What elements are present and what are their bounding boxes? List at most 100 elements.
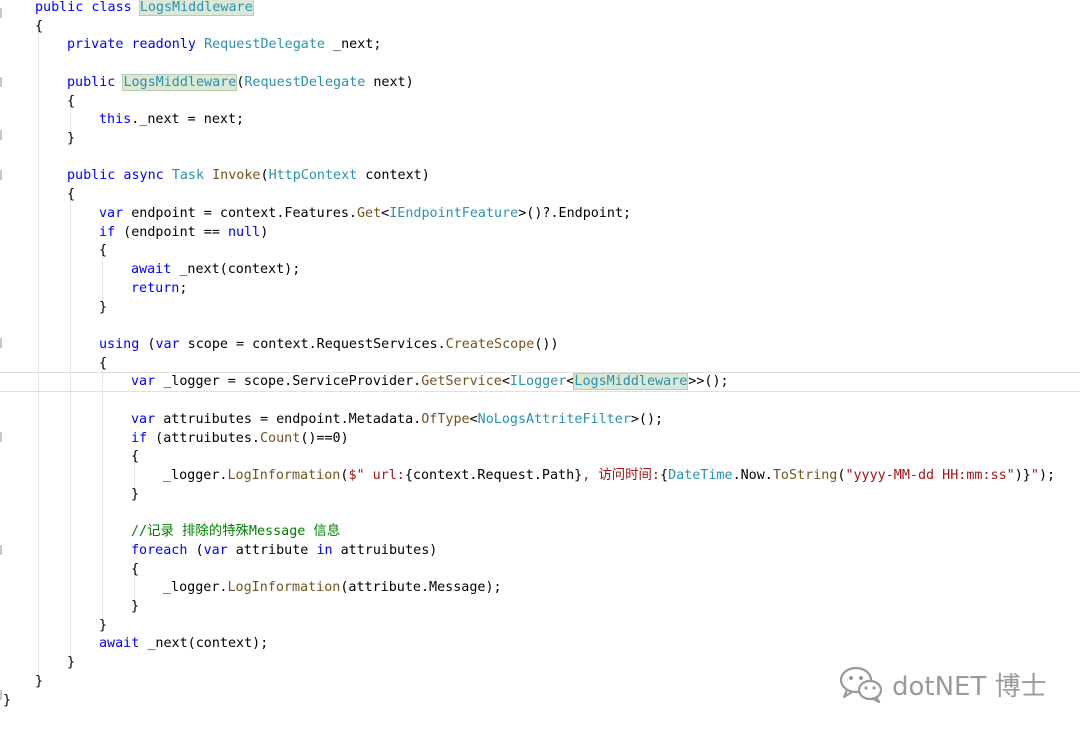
code-line[interactable]: await _next(context); <box>131 261 300 279</box>
code-line[interactable]: } <box>99 299 107 317</box>
code-line[interactable]: foreach (var attribute in attruibutes) <box>131 542 437 560</box>
code-line[interactable]: this._next = next; <box>99 111 244 129</box>
code-token: (attruibutes. <box>147 430 260 446</box>
code-token: //记录 排除的特殊Message 信息 <box>131 524 341 540</box>
code-token: { <box>35 18 44 34</box>
code-token: ( <box>187 542 204 558</box>
code-token: _logger = scope.ServiceProvider. <box>155 374 422 390</box>
code-token: var <box>131 411 156 427</box>
code-token: ()==0) <box>300 430 349 446</box>
code-token: " <box>1030 468 1039 483</box>
code-token: (attribute.Message); <box>340 580 502 596</box>
code-token: await <box>99 636 140 652</box>
code-token: using <box>99 336 140 352</box>
code-line[interactable]: await _next(context); <box>99 635 268 653</box>
code-token: if <box>99 224 116 240</box>
code-token: ToString <box>772 468 838 483</box>
code-token: ) <box>260 224 269 240</box>
code-line[interactable]: _logger.LogInformation($" url:{context.R… <box>163 467 1055 485</box>
code-token: } <box>67 655 76 671</box>
indent-guide <box>102 361 103 620</box>
code-line[interactable]: var endpoint = context.Features.Get<IEnd… <box>99 205 631 223</box>
code-line[interactable]: } <box>67 130 75 148</box>
code-line[interactable]: } <box>67 654 75 672</box>
code-token: } <box>35 673 44 689</box>
code-line[interactable]: { <box>99 355 107 373</box>
code-token: GetService <box>421 374 502 390</box>
code-token: ; <box>179 280 188 296</box>
code-line[interactable]: public class LogsMiddleware <box>35 0 254 17</box>
code-line[interactable]: } <box>3 692 11 710</box>
code-token: { <box>131 449 140 465</box>
code-token: var <box>131 374 156 390</box>
code-token: CreateScope <box>445 336 535 352</box>
code-line[interactable]: { <box>35 18 43 36</box>
watermark: dotNET 博士 <box>838 664 1047 704</box>
code-token: this <box>99 112 132 128</box>
code-line[interactable]: } <box>131 598 139 616</box>
indent-guide <box>70 193 71 655</box>
watermark-text: dotNET 博士 <box>892 671 1047 702</box>
code-token: if <box>131 430 148 446</box>
code-token: null <box>228 224 261 240</box>
code-token: var <box>99 205 124 221</box>
code-line[interactable]: using (var scope = context.RequestServic… <box>99 336 559 354</box>
code-token: , 访问时间: <box>582 468 660 483</box>
code-editor[interactable]: public class LogsMiddleware{private read… <box>0 0 1080 731</box>
gutter-mark <box>0 170 2 180</box>
code-token: } <box>3 692 12 708</box>
code-line[interactable]: private readonly RequestDelegate _next; <box>67 36 381 54</box>
code-token: } <box>99 617 108 633</box>
code-line[interactable]: if (attruibutes.Count()==0) <box>131 430 349 448</box>
code-token: _logger. <box>163 468 228 483</box>
code-line[interactable]: { <box>99 242 107 260</box>
code-token: LogInformation <box>227 580 341 596</box>
code-token: RequestDelegate <box>244 74 366 90</box>
code-token: ._next = next; <box>131 112 245 128</box>
code-line[interactable]: { <box>131 561 139 579</box>
code-token: LogsMiddleware <box>138 0 254 16</box>
code-line[interactable]: public async Task Invoke(HttpContext con… <box>67 167 430 185</box>
code-token: public class <box>35 0 140 15</box>
code-token: context) <box>357 168 430 184</box>
code-token: LogsMiddleware <box>122 73 238 91</box>
code-token: RequestDelegate <box>204 37 325 53</box>
code-line[interactable]: } <box>99 617 107 635</box>
code-token: } <box>67 131 76 147</box>
code-token: } <box>99 299 108 315</box>
code-token: await <box>131 262 172 278</box>
code-token: var <box>203 542 228 558</box>
code-token: foreach <box>131 542 188 558</box>
code-line[interactable]: { <box>67 186 75 204</box>
code-line[interactable]: } <box>131 486 139 504</box>
code-token: endpoint = context.Features. <box>123 205 357 221</box>
code-token: < <box>469 411 478 427</box>
code-token: Count <box>260 430 301 446</box>
code-line[interactable]: _logger.LogInformation(attribute.Message… <box>163 579 502 597</box>
code-line[interactable]: if (endpoint == null) <box>99 224 268 242</box>
code-token: { <box>67 187 76 203</box>
code-line[interactable]: { <box>67 93 75 111</box>
gutter-mark <box>0 8 2 18</box>
code-line[interactable]: return; <box>131 280 187 298</box>
code-token: { <box>67 93 76 109</box>
code-line[interactable]: var _logger = scope.ServiceProvider.GetS… <box>131 373 729 391</box>
code-token: { <box>99 243 108 259</box>
code-line[interactable]: //记录 排除的特殊Message 信息 <box>131 523 340 541</box>
code-token: private readonly <box>67 37 205 53</box>
code-token: >(); <box>630 411 664 427</box>
code-line[interactable]: { <box>131 448 139 466</box>
code-token: NoLogsAttriteFilter <box>477 411 631 427</box>
code-token: public async <box>67 168 172 184</box>
code-token: "yyyy-MM-dd HH:mm:ss" <box>845 468 1015 483</box>
gutter-mark <box>0 130 2 140</box>
code-token: ( <box>139 336 156 352</box>
code-token: { <box>131 561 140 577</box>
code-token: .Now. <box>732 468 773 483</box>
code-line[interactable]: var attruibutes = endpoint.Metadata.OfTy… <box>131 411 663 429</box>
code-token: (endpoint == <box>115 224 228 240</box>
code-line[interactable]: } <box>35 673 43 691</box>
code-token: } <box>131 599 140 615</box>
code-line[interactable]: public LogsMiddleware(RequestDelegate ne… <box>67 73 414 92</box>
